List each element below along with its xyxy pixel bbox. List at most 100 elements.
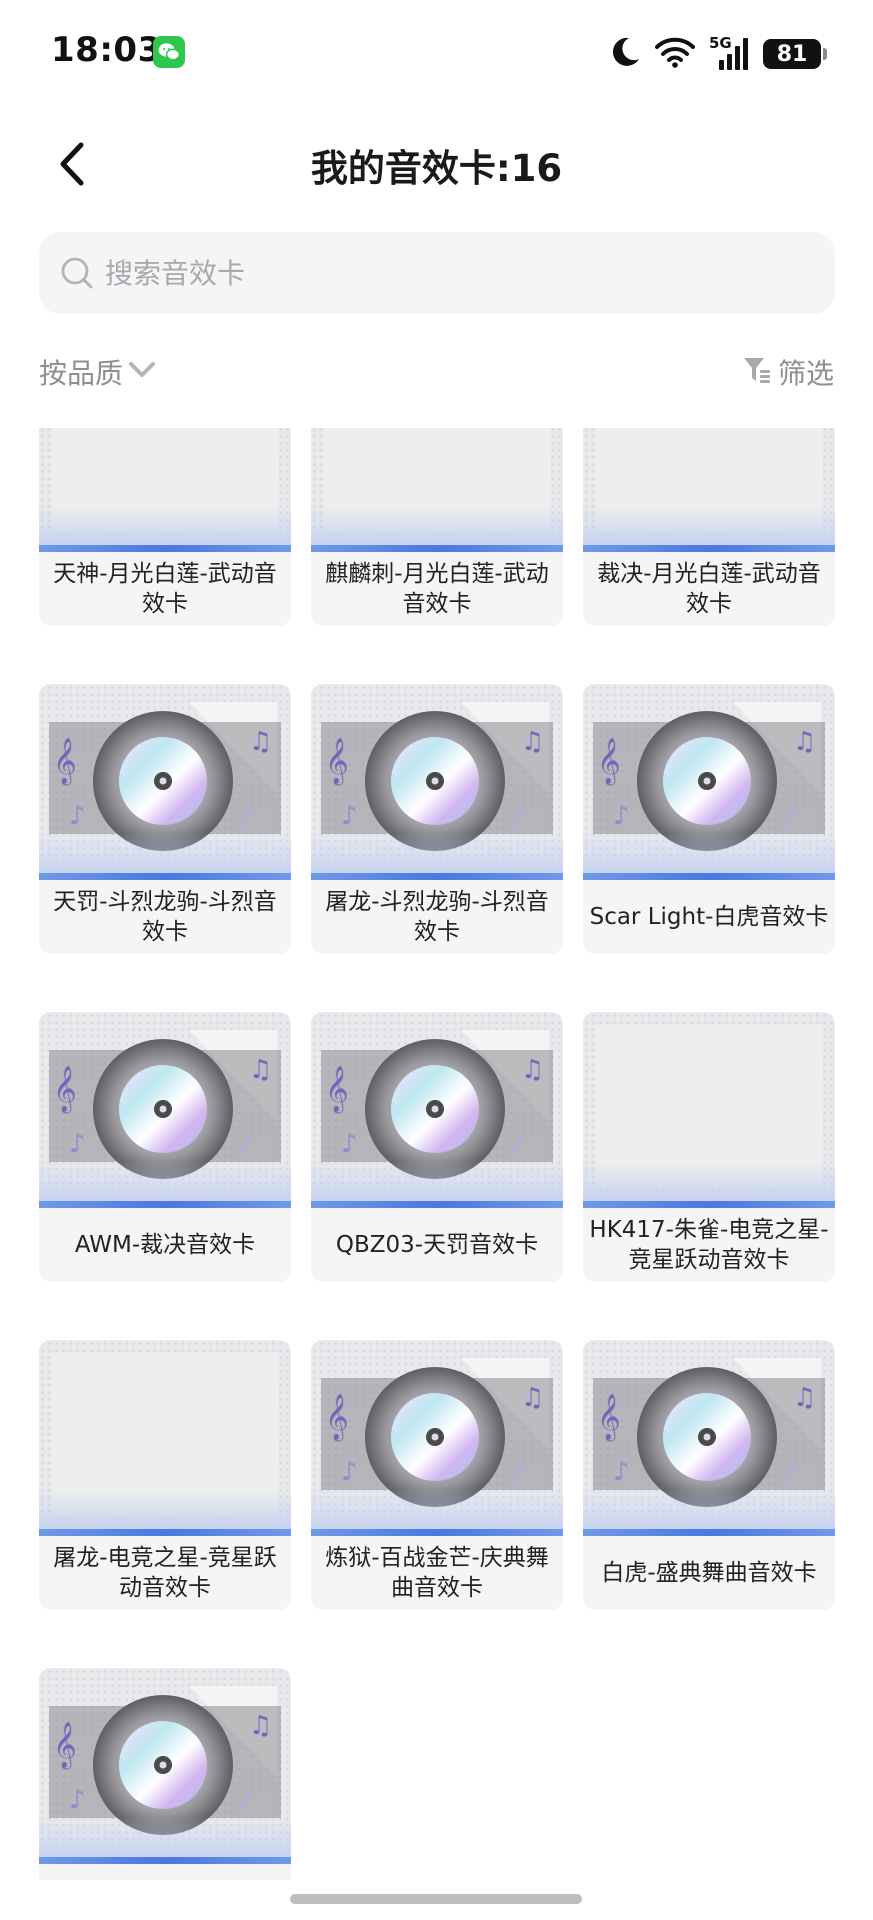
sound-card-thumbnail: 𝄞 ♫ ♪ ♪	[311, 1340, 563, 1536]
sort-label: 按品质	[39, 357, 124, 390]
sound-card-name: QBZ03-天罚音效卡	[335, 1232, 539, 1258]
svg-text:♫: ♫	[793, 1383, 816, 1413]
sound-card-name: HK417-朱雀-电竞之星-竞星跃动音效卡	[589, 1217, 829, 1273]
sound-card-name: 屠龙-电竞之星-竞星跃动音效卡	[53, 1545, 277, 1601]
wechat-icon	[153, 36, 185, 68]
sound-card[interactable]: 𝄞 ♫ ♪ ♪ 屠龙-斗烈龙驹-斗烈音效卡	[311, 684, 563, 954]
svg-text:♫: ♫	[521, 1055, 544, 1085]
sound-card[interactable]: 𝄞 ♫ ♪ ♪ 炼狱-百战金芒-庆典舞曲音效卡	[311, 1340, 563, 1610]
svg-text:♫: ♫	[521, 727, 544, 757]
sound-card-name: AWM-昌龙-怀旧音效卡	[39, 1864, 291, 1880]
sound-card-name: 天神-月光白莲-武动音效卡	[53, 561, 277, 617]
svg-text:𝄞: 𝄞	[597, 738, 621, 786]
sound-card-thumbnail	[311, 428, 563, 552]
svg-text:♪: ♪	[511, 1461, 525, 1486]
svg-text:𝄞: 𝄞	[597, 1394, 621, 1442]
sound-card-name: 炼狱-百战金芒-庆典舞曲音效卡	[325, 1545, 549, 1601]
svg-text:♫: ♫	[249, 727, 272, 757]
svg-text:♪: ♪	[239, 1133, 253, 1158]
sound-card-name: AWM-裁决音效卡	[74, 1232, 256, 1258]
sound-card-name: 屠龙-斗烈龙驹-斗烈音效卡	[325, 889, 549, 945]
svg-text:𝄞: 𝄞	[325, 1394, 349, 1442]
signal-icon: 5G	[709, 34, 749, 72]
svg-text:♪: ♪	[69, 801, 86, 831]
sound-card[interactable]: 𝄞 ♫ ♪ ♪ Scar Light-白虎音效卡	[583, 684, 835, 954]
sound-card[interactable]: 屠龙-电竞之星-竞星跃动音效卡	[39, 1340, 291, 1610]
status-time: 18:03	[51, 30, 162, 70]
svg-text:♪: ♪	[613, 1457, 630, 1487]
chevron-down-icon	[127, 360, 157, 384]
svg-text:♪: ♪	[511, 805, 525, 830]
sound-card[interactable]: 天神-月光白莲-武动音效卡	[39, 428, 291, 626]
svg-text:𝄞: 𝄞	[325, 738, 349, 786]
svg-text:♪: ♪	[69, 1785, 86, 1815]
svg-text:♪: ♪	[783, 805, 797, 830]
page-title: 我的音效卡:16	[310, 147, 563, 190]
svg-text:𝄞: 𝄞	[325, 1066, 349, 1114]
quality-stripe	[311, 545, 563, 552]
sound-card-name: 裁决-月光白莲-武动音效卡	[597, 561, 821, 617]
quality-stripe	[583, 1201, 835, 1208]
svg-text:𝄞: 𝄞	[53, 738, 77, 786]
sound-card-thumbnail: 𝄞 ♫ ♪ ♪	[39, 684, 291, 880]
card-grid-viewport[interactable]: 天神-月光白莲-武动音效卡 麒麟刺-月光白莲-武动音效卡 裁决-月光白莲-武动音效卡…	[0, 428, 873, 1880]
sound-card[interactable]: 𝄞 ♫ ♪ ♪ AWM-裁决音效卡	[39, 1012, 291, 1282]
search-box[interactable]	[39, 232, 835, 314]
svg-text:♫: ♫	[249, 1711, 272, 1741]
sound-card-name: 白虎-盛典舞曲音效卡	[601, 1560, 817, 1586]
quality-stripe	[311, 873, 563, 880]
quality-stripe	[311, 1529, 563, 1536]
battery-level: 81	[776, 41, 808, 67]
sound-card-thumbnail: 𝄞 ♫ ♪ ♪	[311, 1012, 563, 1208]
home-indicator[interactable]	[290, 1894, 582, 1904]
sound-card-thumbnail: 𝄞 ♫ ♪ ♪	[39, 1668, 291, 1864]
svg-text:♫: ♫	[249, 1055, 272, 1085]
sound-card[interactable]: 裁决-月光白莲-武动音效卡	[583, 428, 835, 626]
sound-card[interactable]: 麒麟刺-月光白莲-武动音效卡	[311, 428, 563, 626]
quality-stripe	[583, 873, 835, 880]
filter-label: 筛选	[777, 357, 834, 390]
status-icons: 5G 81	[609, 34, 827, 74]
wifi-icon	[655, 36, 695, 72]
sound-card-name: 麒麟刺-月光白莲-武动音效卡	[325, 561, 549, 617]
card-grid: 天神-月光白莲-武动音效卡 麒麟刺-月光白莲-武动音效卡 裁决-月光白莲-武动音效卡…	[39, 428, 835, 1880]
sort-dropdown[interactable]: 按品质	[39, 352, 157, 392]
sound-card-thumbnail: 𝄞 ♫ ♪ ♪	[583, 1340, 835, 1536]
filter-button[interactable]: 筛选	[742, 352, 834, 392]
sound-card[interactable]: 𝄞 ♫ ♪ ♪ QBZ03-天罚音效卡	[311, 1012, 563, 1282]
quality-stripe	[311, 1201, 563, 1208]
svg-text:♪: ♪	[239, 1789, 253, 1814]
svg-text:♫: ♫	[793, 727, 816, 757]
quality-stripe	[583, 1529, 835, 1536]
search-input[interactable]	[105, 256, 785, 290]
svg-text:♪: ♪	[69, 1129, 86, 1159]
sound-card-thumbnail	[583, 1012, 835, 1208]
sound-card-thumbnail	[583, 428, 835, 552]
svg-text:𝄞: 𝄞	[53, 1066, 77, 1114]
svg-text:♪: ♪	[239, 805, 253, 830]
sound-card[interactable]: 𝄞 ♫ ♪ ♪ 白虎-盛典舞曲音效卡	[583, 1340, 835, 1610]
sound-card[interactable]: 𝄞 ♫ ♪ ♪ 天罚-斗烈龙驹-斗烈音效卡	[39, 684, 291, 954]
svg-text:♪: ♪	[783, 1461, 797, 1486]
quality-stripe	[39, 1857, 291, 1864]
sound-card[interactable]: HK417-朱雀-电竞之星-竞星跃动音效卡	[583, 1012, 835, 1282]
quality-stripe	[39, 1201, 291, 1208]
quality-stripe	[39, 545, 291, 552]
svg-text:♪: ♪	[341, 1457, 358, 1487]
svg-text:♪: ♪	[613, 801, 630, 831]
svg-text:♪: ♪	[341, 801, 358, 831]
svg-text:♫: ♫	[521, 1383, 544, 1413]
sound-card-name: Scar Light-白虎音效卡	[589, 904, 829, 930]
quality-stripe	[583, 545, 835, 552]
battery-icon: 81	[763, 39, 827, 69]
quality-stripe	[39, 1529, 291, 1536]
svg-text:𝄞: 𝄞	[53, 1722, 77, 1770]
sound-card-thumbnail	[39, 428, 291, 552]
sound-card-name: 天罚-斗烈龙驹-斗烈音效卡	[53, 889, 277, 945]
quality-stripe	[39, 873, 291, 880]
sound-card-thumbnail	[39, 1340, 291, 1536]
filter-icon	[742, 355, 772, 389]
search-icon	[57, 253, 97, 293]
sound-card[interactable]: 𝄞 ♫ ♪ ♪ AWM-昌龙-怀旧音效卡	[39, 1668, 291, 1880]
sound-card-thumbnail: 𝄞 ♫ ♪ ♪	[311, 684, 563, 880]
